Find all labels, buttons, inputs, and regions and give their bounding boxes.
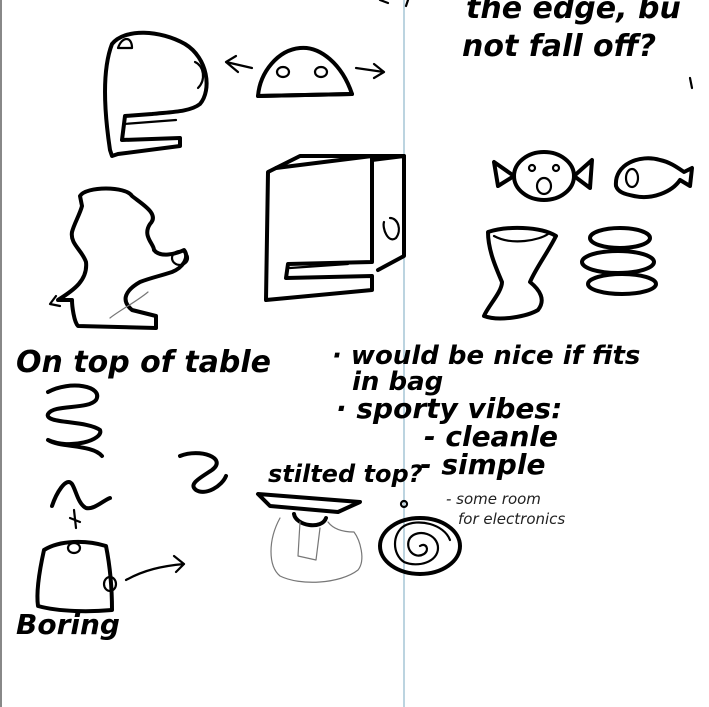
sketch-canvas: the edge, bu not fall off? On top of tab… xyxy=(0,0,694,707)
note-boring: Boring xyxy=(16,608,120,641)
hourglass-cup-sketch-icon xyxy=(482,225,558,321)
note-tick xyxy=(688,76,694,90)
drum-sketch-icon xyxy=(35,539,186,614)
note-top-right-line2: not fall off? xyxy=(462,29,656,64)
dome-robot-sketch-icon xyxy=(224,45,386,98)
stacked-discs-sketch-icon xyxy=(580,226,658,296)
note-sub-simple: - simple xyxy=(420,448,545,481)
note-electronics-line1: - some room xyxy=(446,490,541,508)
note-stilted-top: stilted top? xyxy=(268,460,423,488)
box-dispenser-sketch-icon xyxy=(264,154,406,302)
creature-sketch-icon xyxy=(48,186,190,330)
note-top-right-line1: the edge, bu xyxy=(466,0,681,26)
note-electronics-line2: for electronics xyxy=(458,510,565,528)
sketch-sheet: the edge, bu not fall off? On top of tab… xyxy=(0,0,709,707)
note-on-top-of-table: On top of table xyxy=(16,345,271,380)
drum-top-squiggle xyxy=(50,480,112,511)
candy-face-sketch-icon xyxy=(492,150,594,202)
vase-sketch-icon xyxy=(103,30,209,158)
spiral-disc-icon xyxy=(378,499,462,576)
fish-sketch-icon xyxy=(613,156,694,199)
coil-sketch-icon xyxy=(45,383,228,494)
stilted-tray-sketch-icon xyxy=(256,492,363,583)
drum-arrow xyxy=(68,508,82,530)
